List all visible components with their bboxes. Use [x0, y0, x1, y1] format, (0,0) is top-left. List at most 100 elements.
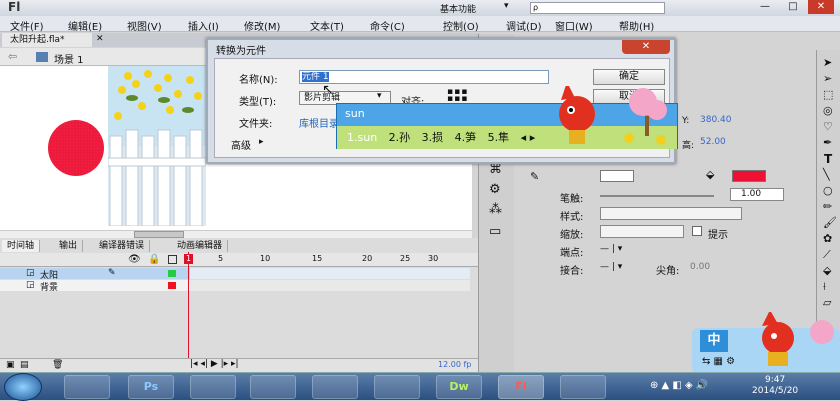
3d-rotation-icon[interactable]: ◎	[823, 104, 833, 117]
components-icon[interactable]: ⚙	[489, 182, 501, 197]
fps-readout[interactable]: 12.00 fp	[438, 360, 471, 369]
symbol-name-input[interactable]: 元件 1	[299, 70, 549, 84]
expand-arrow-icon[interactable]: ▸	[259, 137, 264, 147]
taskbar-app-3[interactable]	[190, 375, 236, 399]
ime-candidate[interactable]: 1.sun	[347, 131, 377, 144]
menu-debug[interactable]: 调试(D)	[506, 18, 542, 33]
style-dropdown[interactable]	[600, 207, 742, 220]
tab-compiler-errors[interactable]: 编译器错误	[94, 240, 151, 252]
tab-output[interactable]: 输出	[54, 240, 84, 252]
swatches-icon[interactable]: ⌘	[489, 162, 502, 177]
layer-frames[interactable]	[190, 268, 470, 279]
type-dropdown-icon[interactable]: ▾	[377, 91, 382, 101]
stroke-width-input[interactable]: 1.00	[730, 188, 784, 201]
hint-checkbox[interactable]	[692, 226, 702, 236]
eraser-tool-icon[interactable]: ▱	[823, 296, 831, 309]
motion-presets-icon[interactable]: ⁂	[489, 202, 502, 217]
line-tool-icon[interactable]: ╲	[823, 168, 830, 181]
advanced-label[interactable]: 高级	[231, 137, 251, 152]
back-arrow-icon[interactable]: ⇦	[8, 50, 17, 63]
ime-toolbar-icons[interactable]: ⇆ ▦ ⚙	[702, 356, 735, 367]
free-transform-icon[interactable]: ⬚	[823, 88, 833, 101]
lasso-tool-icon[interactable]: ♡	[823, 120, 833, 133]
close-button[interactable]: ✕	[808, 0, 834, 14]
layer-frames[interactable]	[190, 280, 470, 291]
layer-name[interactable]: 背景	[40, 280, 58, 293]
workspace-switcher[interactable]: 基本功能	[440, 2, 476, 15]
scrollbar-thumb[interactable]	[134, 231, 184, 238]
sun-shape[interactable]	[48, 120, 104, 176]
eye-icon[interactable]: 👁	[128, 254, 141, 265]
layer-color-swatch[interactable]	[168, 282, 176, 289]
delete-layer-icon[interactable]: 🗑	[52, 360, 63, 370]
taskbar-app-4[interactable]	[250, 375, 296, 399]
taskbar-explorer[interactable]	[64, 375, 110, 399]
menu-window[interactable]: 窗口(W)	[555, 18, 593, 33]
text-tool-icon[interactable]: T	[824, 152, 832, 166]
playback-controls[interactable]: |◂ ◂| ▶ |▸ ▸|	[190, 359, 239, 369]
help-search-input[interactable]: ρ	[530, 2, 665, 14]
oval-tool-icon[interactable]: ○	[823, 184, 833, 197]
folder-link[interactable]: 库根目录	[299, 115, 339, 130]
pen-tool-icon[interactable]: ✒	[823, 136, 832, 149]
h-value[interactable]: 52.00	[700, 137, 726, 147]
minimize-button[interactable]: —	[752, 0, 778, 14]
ok-button[interactable]: 确定	[593, 69, 665, 85]
menu-text[interactable]: 文本(T)	[310, 18, 344, 33]
deco-tool-icon[interactable]: ✿	[823, 232, 832, 245]
miter-value[interactable]: 0.00	[690, 262, 710, 272]
cap-dropdown[interactable]: — | ▾	[600, 244, 622, 254]
stroke-color-swatch[interactable]	[600, 170, 634, 182]
new-layer-icon[interactable]: ▣	[6, 360, 15, 370]
tray-icons[interactable]: ⊕ ▲ ◧ ◈ 🔊	[650, 380, 708, 391]
subselection-tool-icon[interactable]: ➢	[823, 72, 832, 85]
stroke-slider[interactable]	[600, 195, 714, 197]
new-folder-icon[interactable]: ▤	[20, 360, 29, 370]
library-icon[interactable]: ▭	[489, 224, 501, 239]
menu-insert[interactable]: 插入(I)	[188, 18, 219, 33]
taskbar-app-6[interactable]	[374, 375, 420, 399]
bone-tool-icon[interactable]: ⟋	[823, 248, 831, 262]
ime-candidate[interactable]: 3.损	[422, 131, 444, 144]
taskbar-photoshop[interactable]: Ps	[128, 375, 174, 399]
layer-row[interactable]: ◲ 背景	[0, 280, 470, 293]
fill-color-swatch[interactable]	[732, 170, 766, 182]
ime-mode-button[interactable]: 中	[700, 330, 728, 352]
pencil-tool-icon[interactable]: ✏	[823, 200, 832, 213]
document-tab-close-icon[interactable]: ✕	[96, 34, 104, 44]
menu-view[interactable]: 视图(V)	[127, 18, 162, 33]
taskbar-app-9[interactable]	[560, 375, 606, 399]
dialog-close-button[interactable]: ✕	[622, 40, 670, 54]
ime-candidate[interactable]: 5.隼	[488, 131, 510, 144]
ime-candidate[interactable]: 2.孙	[389, 131, 411, 144]
brush-tool-icon[interactable]: 🖌	[823, 216, 837, 229]
lock-icon[interactable]: 🔒	[148, 254, 160, 265]
start-button[interactable]	[4, 373, 42, 401]
y-value[interactable]: 380.40	[700, 115, 732, 125]
taskbar-app-5[interactable]	[312, 375, 358, 399]
menu-modify[interactable]: 修改(M)	[244, 18, 280, 33]
workspace-dropdown-icon[interactable]: ▾	[504, 1, 509, 11]
taskbar-dreamweaver[interactable]: Dw	[436, 375, 482, 399]
outline-icon[interactable]	[168, 255, 177, 264]
layer-color-swatch[interactable]	[168, 270, 176, 277]
system-clock[interactable]: 9:47 2014/5/20	[752, 375, 798, 397]
maximize-button[interactable]: □	[780, 0, 806, 14]
scale-dropdown[interactable]	[600, 225, 684, 238]
join-dropdown[interactable]: — | ▾	[600, 262, 622, 272]
menu-file[interactable]: 文件(F)	[10, 18, 44, 33]
menu-control[interactable]: 控制(O)	[443, 18, 479, 33]
menu-edit[interactable]: 编辑(E)	[68, 18, 102, 33]
ime-page-arrows[interactable]: ◂ ▸	[521, 131, 536, 144]
tab-timeline[interactable]: 时间轴	[2, 240, 41, 252]
playhead-marker[interactable]: 1	[184, 254, 193, 264]
eyedropper-icon[interactable]: ⟊	[823, 280, 826, 294]
tab-motion-editor[interactable]: 动画编辑器	[172, 240, 229, 252]
ime-candidate[interactable]: 4.笋	[455, 131, 477, 144]
paint-bucket-icon[interactable]: ⬙	[823, 264, 831, 277]
stage-horizontal-scrollbar[interactable]	[0, 230, 472, 238]
layer-row[interactable]: ◲ 太阳 ✎	[0, 268, 470, 281]
selection-tool-icon[interactable]: ➤	[823, 56, 832, 69]
document-tab[interactable]: 太阳升起.fla*	[2, 33, 92, 47]
menu-commands[interactable]: 命令(C)	[370, 18, 405, 33]
